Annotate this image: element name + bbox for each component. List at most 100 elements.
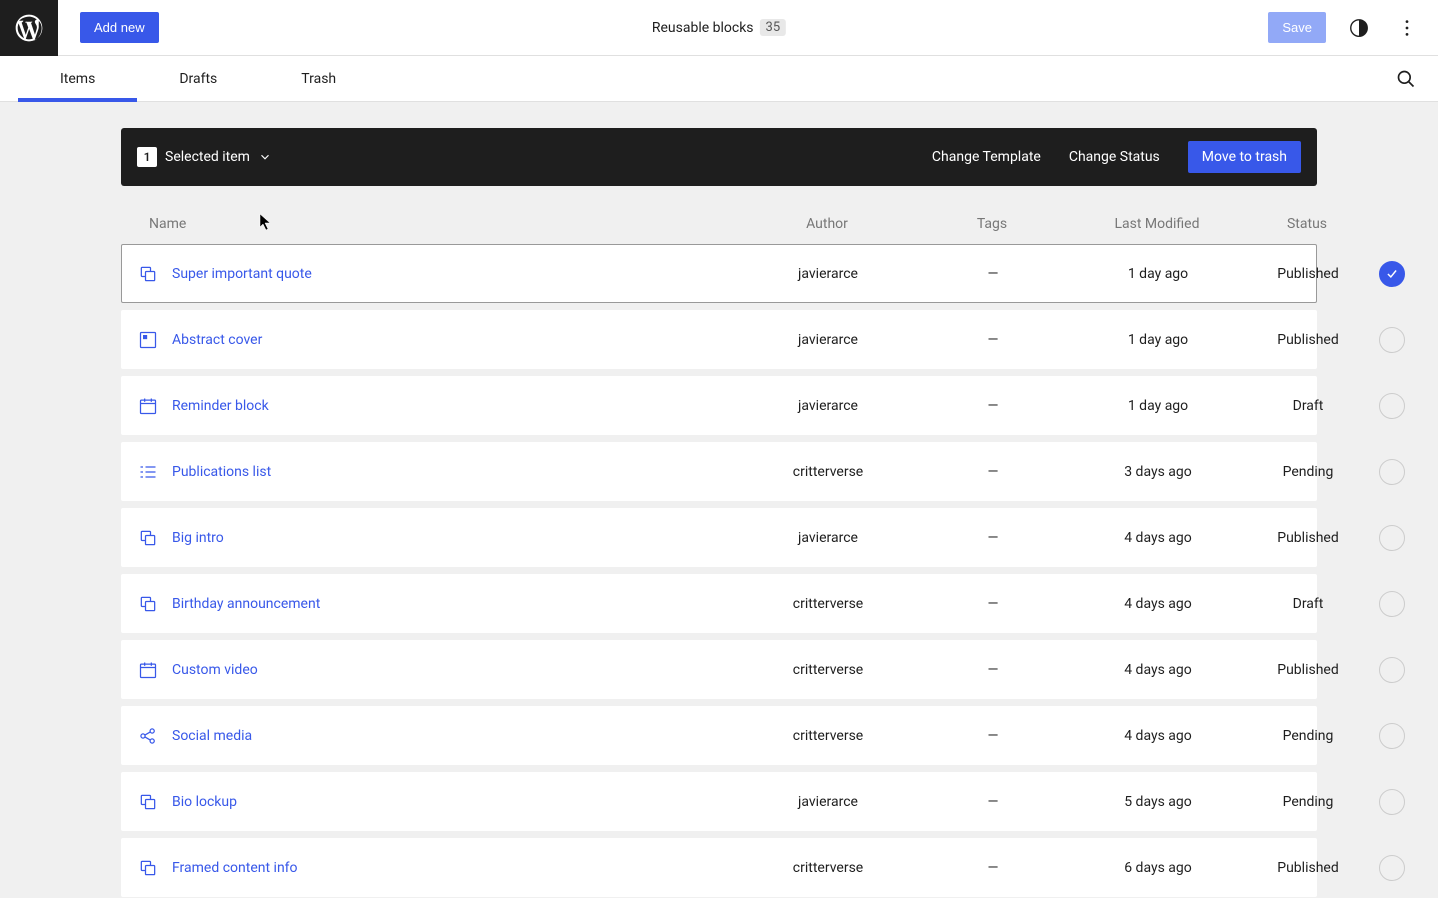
row-status: Published — [1248, 530, 1368, 546]
row-last-modified: 4 days ago — [1068, 596, 1248, 612]
row-last-modified: 5 days ago — [1068, 794, 1248, 810]
list-icon — [138, 462, 158, 482]
column-tags[interactable]: Tags — [917, 216, 1067, 232]
row-title[interactable]: Birthday announcement — [172, 596, 320, 612]
row-select-toggle[interactable] — [1379, 657, 1405, 683]
selection-bar: 1 Selected item Change Template Change S… — [121, 128, 1317, 186]
table-row[interactable]: Bio lockupjavierarce—5 days agoPending — [121, 772, 1317, 831]
table-row[interactable]: Reminder blockjavierarce—1 day agoDraft — [121, 376, 1317, 435]
copy-icon — [138, 858, 158, 878]
row-status: Published — [1248, 662, 1368, 678]
row-select-toggle[interactable] — [1379, 525, 1405, 551]
item-count-badge: 35 — [760, 19, 787, 36]
change-status-action[interactable]: Change Status — [1069, 149, 1160, 165]
column-status[interactable]: Status — [1247, 216, 1367, 232]
row-author: javierarce — [738, 794, 918, 810]
row-last-modified: 4 days ago — [1068, 728, 1248, 744]
row-title[interactable]: Reminder block — [172, 398, 269, 414]
row-title[interactable]: Super important quote — [172, 266, 312, 282]
row-author: javierarce — [738, 530, 918, 546]
row-status: Draft — [1248, 596, 1368, 612]
row-tags: — — [918, 860, 1068, 876]
row-last-modified: 1 day ago — [1068, 398, 1248, 414]
move-to-trash-button[interactable]: Move to trash — [1188, 141, 1301, 173]
row-last-modified: 4 days ago — [1068, 530, 1248, 546]
row-select-toggle[interactable] — [1379, 723, 1405, 749]
row-select-toggle[interactable] — [1379, 591, 1405, 617]
more-options-button[interactable] — [1392, 13, 1422, 43]
wordpress-icon — [13, 12, 45, 44]
wordpress-logo[interactable] — [0, 0, 58, 56]
table-row[interactable]: Big introjavierarce—4 days agoPublished — [121, 508, 1317, 567]
row-title[interactable]: Big intro — [172, 530, 224, 546]
row-select-toggle[interactable] — [1379, 393, 1405, 419]
row-author: critterverse — [738, 464, 918, 480]
row-tags: — — [918, 464, 1068, 480]
table-row[interactable]: Super important quote javierarce—1 day ag… — [121, 244, 1317, 303]
row-last-modified: 4 days ago — [1068, 662, 1248, 678]
calendar-icon — [138, 660, 158, 680]
row-last-modified: 1 day ago — [1068, 266, 1248, 282]
contrast-button[interactable] — [1344, 13, 1374, 43]
tab-trash[interactable]: Trash — [259, 56, 378, 101]
table-row[interactable]: Abstract coverjavierarce—1 day agoPublis… — [121, 310, 1317, 369]
change-template-action[interactable]: Change Template — [932, 149, 1041, 165]
row-author: critterverse — [738, 662, 918, 678]
row-tags: — — [918, 398, 1068, 414]
table-header: Name Author Tags Last Modified Status — [121, 204, 1317, 244]
row-select-toggle[interactable] — [1379, 855, 1405, 881]
row-select-toggle[interactable] — [1379, 459, 1405, 485]
save-button[interactable]: Save — [1268, 12, 1326, 43]
search-button[interactable] — [1374, 56, 1438, 101]
tab-items[interactable]: Items — [18, 56, 137, 101]
row-author: javierarce — [738, 332, 918, 348]
row-tags: — — [918, 662, 1068, 678]
row-status: Published — [1248, 332, 1368, 348]
search-icon — [1396, 69, 1416, 89]
row-title[interactable]: Publications list — [172, 464, 271, 480]
add-new-button[interactable]: Add new — [80, 12, 159, 43]
row-author: critterverse — [738, 596, 918, 612]
row-author: javierarce — [738, 266, 918, 282]
row-tags: — — [918, 332, 1068, 348]
row-last-modified: 3 days ago — [1068, 464, 1248, 480]
row-title[interactable]: Custom video — [172, 662, 258, 678]
copy-icon — [138, 792, 158, 812]
row-status: Published — [1248, 860, 1368, 876]
row-status: Pending — [1248, 794, 1368, 810]
column-author[interactable]: Author — [737, 216, 917, 232]
row-select-toggle[interactable] — [1379, 261, 1405, 287]
selection-count: 1 — [137, 147, 157, 167]
page-title: Reusable blocks — [652, 20, 754, 36]
row-last-modified: 1 day ago — [1068, 332, 1248, 348]
row-tags: — — [918, 596, 1068, 612]
copy-icon — [138, 264, 158, 284]
row-title[interactable]: Social media — [172, 728, 252, 744]
calendar-icon — [138, 396, 158, 416]
row-tags: — — [918, 728, 1068, 744]
chevron-down-icon[interactable] — [258, 150, 272, 164]
row-title[interactable]: Bio lockup — [172, 794, 237, 810]
tab-drafts[interactable]: Drafts — [137, 56, 259, 101]
copy-icon — [138, 594, 158, 614]
row-select-toggle[interactable] — [1379, 327, 1405, 353]
share-icon — [138, 726, 158, 746]
row-select-toggle[interactable] — [1379, 789, 1405, 815]
table-row[interactable]: Social mediacritterverse—4 days agoPendi… — [121, 706, 1317, 765]
row-tags: — — [918, 266, 1068, 282]
column-name[interactable]: Name — [137, 216, 737, 232]
row-status: Published — [1248, 266, 1368, 282]
selection-label[interactable]: Selected item — [165, 149, 250, 165]
table-row[interactable]: Birthday announcement critterverse—4 days… — [121, 574, 1317, 633]
row-title[interactable]: Abstract cover — [172, 332, 262, 348]
table-row[interactable]: Publications list critterverse—3 days ago… — [121, 442, 1317, 501]
copy-icon — [138, 528, 158, 548]
row-title[interactable]: Framed content info — [172, 860, 298, 876]
column-last-modified[interactable]: Last Modified — [1067, 216, 1247, 232]
row-author: critterverse — [738, 860, 918, 876]
table-row[interactable]: Framed content infocritterverse—6 days a… — [121, 838, 1317, 897]
row-status: Pending — [1248, 464, 1368, 480]
row-author: critterverse — [738, 728, 918, 744]
row-tags: — — [918, 794, 1068, 810]
table-row[interactable]: Custom videocritterverse—4 days agoPubli… — [121, 640, 1317, 699]
